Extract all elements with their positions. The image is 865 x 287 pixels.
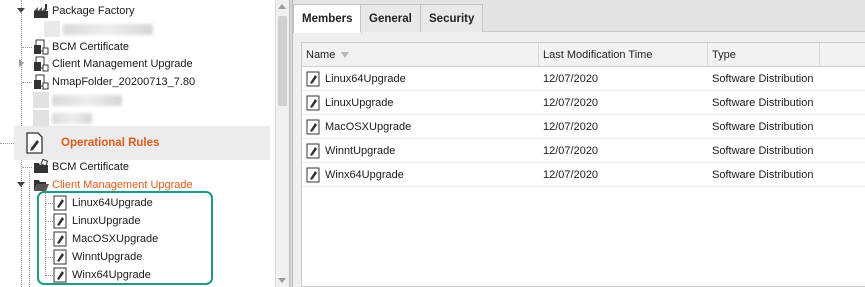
package-icon: [34, 74, 49, 90]
cell-type: Software Distribution: [712, 145, 814, 157]
highlight-box: [37, 191, 213, 285]
cell-type: Software Distribution: [712, 169, 814, 181]
cell-name: WinntUpgrade: [302, 139, 395, 163]
tab-security[interactable]: Security: [420, 4, 484, 32]
cell-time: 12/07/2020: [543, 121, 599, 133]
column-header-type[interactable]: Type: [708, 43, 820, 67]
rule-icon: [306, 95, 320, 111]
cell-text: Winx64Upgrade: [325, 169, 404, 181]
cell-text: MacOSXUpgrade: [325, 121, 412, 133]
expand-toggle[interactable]: [17, 8, 25, 13]
package-icon: [34, 56, 49, 72]
cell-text: Linux64Upgrade: [325, 73, 406, 85]
folder-icon: [34, 159, 49, 173]
scroll-up-icon[interactable]: [278, 4, 286, 9]
scroll-down-icon[interactable]: [278, 278, 286, 283]
column-header-last-modification-time[interactable]: Last Modification Time: [539, 43, 708, 67]
package-icon: [33, 92, 49, 108]
sort-descending-icon: [341, 52, 350, 58]
tree-scrollbar[interactable]: [275, 0, 289, 287]
tree-item-redacted[interactable]: [33, 91, 122, 109]
members-table: Name Last Modification Time Type Linux64…: [301, 42, 865, 287]
tree-connector: [22, 82, 32, 83]
column-header-name[interactable]: Name: [302, 43, 539, 67]
factory-icon: [34, 4, 48, 18]
tree-item-package-factory[interactable]: Package Factory: [33, 2, 135, 20]
cell-time: 12/07/2020: [543, 97, 599, 109]
table-row[interactable]: LinuxUpgrade 12/07/2020 Software Distrib…: [302, 91, 865, 115]
cell-time: 12/07/2020: [543, 145, 599, 157]
column-label: Name: [306, 49, 336, 61]
tree-item-client-management-upgrade[interactable]: Client Management Upgrade: [33, 55, 193, 73]
rule-icon: [306, 167, 320, 183]
table-header: Name Last Modification Time Type: [302, 43, 865, 67]
package-item-icon: [44, 21, 60, 37]
tree-item-redacted[interactable]: [33, 109, 92, 127]
rule-icon: [306, 71, 320, 87]
tree-item-redacted[interactable]: [44, 20, 153, 38]
tree-item-label: BCM Certificate: [52, 41, 130, 53]
table-row[interactable]: MacOSXUpgrade 12/07/2020 Software Distri…: [302, 115, 865, 139]
column-label: Type: [712, 49, 736, 61]
rule-book-icon: [26, 132, 43, 154]
cell-name: LinuxUpgrade: [302, 91, 394, 115]
cell-text: LinuxUpgrade: [325, 97, 394, 109]
redacted-label: [52, 94, 122, 106]
cell-type: Software Distribution: [712, 73, 814, 85]
scroll-thumb[interactable]: [278, 16, 287, 106]
tree-connector: [22, 47, 32, 48]
cell-name: MacOSXUpgrade: [302, 115, 411, 139]
cell-name: Linux64Upgrade: [302, 67, 406, 91]
expand-toggle[interactable]: [19, 59, 24, 67]
tab-general[interactable]: General: [360, 4, 421, 32]
cell-time: 12/07/2020: [543, 169, 599, 181]
column-label: Last Modification Time: [543, 49, 653, 61]
tree-connector: [21, 160, 22, 287]
tree-item-label: Client Management Upgrade: [52, 179, 193, 191]
tree-item-nmap-folder[interactable]: NmapFolder_20200713_7.80: [33, 73, 195, 91]
rule-icon: [306, 143, 320, 159]
tree-connector: [29, 172, 30, 287]
tree-item-label: Operational Rules: [61, 137, 160, 149]
cell-time: 12/07/2020: [543, 73, 599, 85]
tree-item-operational-rules[interactable]: Operational Rules: [14, 126, 270, 160]
package-icon: [34, 39, 49, 55]
cell-type: Software Distribution: [712, 121, 814, 133]
tree-item-label: NmapFolder_20200713_7.80: [52, 76, 196, 88]
navigation-tree: Package Factory BCM Certificate Client M…: [0, 0, 275, 287]
tree-item-label: Package Factory: [52, 5, 135, 17]
redacted-label: [63, 23, 153, 35]
tab-bar: Members General Security: [293, 0, 865, 33]
tree-connector: [22, 167, 32, 168]
table-row[interactable]: Winx64Upgrade 12/07/2020 Software Distri…: [302, 163, 865, 187]
redacted-label: [52, 112, 92, 124]
cell-name: Winx64Upgrade: [302, 163, 404, 187]
tree-item-label: Client Management Upgrade: [52, 58, 193, 70]
rule-icon: [306, 119, 320, 135]
tree-item-bcm-certificate[interactable]: BCM Certificate: [33, 38, 129, 56]
tab-members[interactable]: Members: [293, 4, 362, 33]
tree-item-op-bcm-certificate[interactable]: BCM Certificate: [33, 158, 129, 176]
collapse-toggle[interactable]: [17, 182, 25, 187]
cell-text: WinntUpgrade: [325, 145, 396, 157]
table-row[interactable]: WinntUpgrade 12/07/2020 Software Distrib…: [302, 139, 865, 163]
tree-item-label: BCM Certificate: [52, 161, 130, 173]
details-panel: Members General Security Name Last Modif…: [293, 0, 865, 287]
tree-connector: [0, 143, 14, 144]
cell-type: Software Distribution: [712, 97, 814, 109]
table-row[interactable]: Linux64Upgrade 12/07/2020 Software Distr…: [302, 67, 865, 91]
package-icon: [33, 110, 49, 126]
